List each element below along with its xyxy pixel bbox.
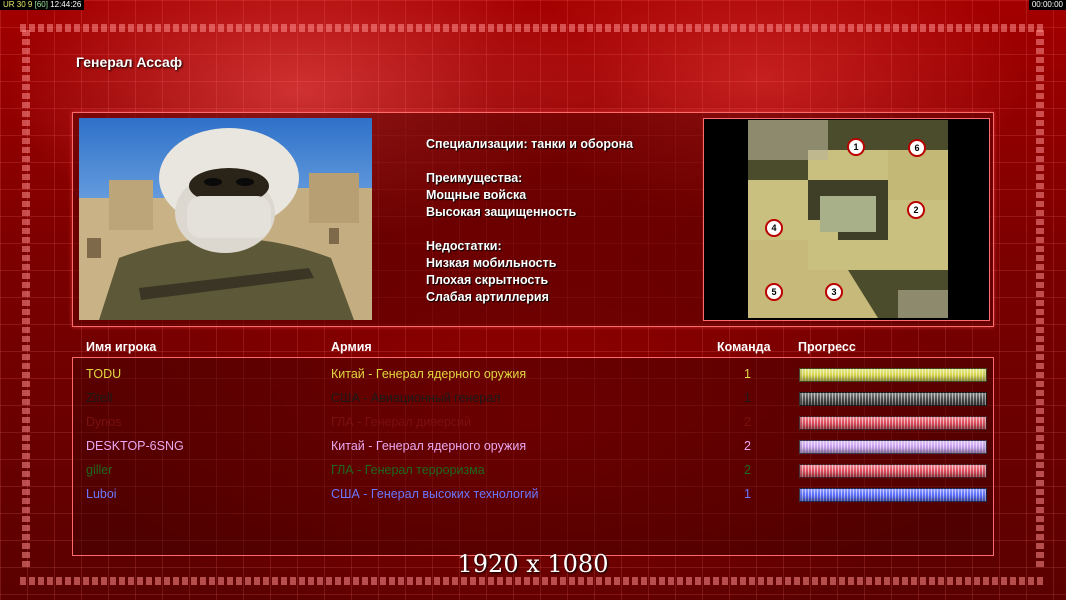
player-team: 2 [744,415,751,429]
general-description: Специализации: танки и оборона Преимущес… [426,136,686,306]
progress-bar [799,488,987,502]
game-timer: 00:00:00 [1031,0,1063,9]
map-preview[interactable]: 1 6 2 4 5 3 [748,120,948,318]
player-name: giller [86,463,113,477]
player-row: Luboi США - Генерал высоких технологий 1 [0,482,1066,506]
disadvantages-header: Недостатки: [426,239,502,253]
player-row: Zitell США - Авиационный генерал 1 [0,386,1066,410]
status-text: UR 30 9 [3,0,33,9]
disadvantage-item: Низкая мобильность [426,256,557,270]
advantage-item: Мощные войска [426,188,527,202]
player-team: 1 [744,367,751,381]
players-table-header: Имя игрока Армия Команда Прогресс [0,340,1066,358]
spawn-label: 4 [771,223,776,233]
player-name: Luboi [86,487,117,501]
general-portrait [79,118,372,320]
player-army: США - Генерал высоких технологий [331,487,539,501]
column-header-team: Команда [717,340,771,354]
player-army: Китай - Генерал ядерного оружия [331,439,527,453]
player-team: 1 [744,391,751,405]
disadvantage-item: Слабая артиллерия [426,290,549,304]
spawn-label: 3 [831,287,836,297]
player-row: giller ГЛА - Генерал терроризма 2 [0,458,1066,482]
bottom-dashed-edge [20,577,1046,585]
fps-counter: [60] [34,0,48,9]
player-team: 2 [744,439,751,453]
spawn-point-1[interactable]: 1 [847,138,865,156]
player-team: 1 [744,487,751,501]
player-army: ГЛА - Генерал терроризма [331,463,485,477]
player-army: ГЛА - Генерал диверсий [331,415,472,429]
spawn-label: 2 [913,205,918,215]
player-row: Dynos ГЛА - Генерал диверсий 2 [0,410,1066,434]
column-header-player: Имя игрока [86,340,157,354]
spawn-point-3[interactable]: 3 [825,283,843,301]
specialization-text: Специализации: танки и оборона [426,137,634,151]
player-row: TODU Китай - Генерал ядерного оружия 1 [0,362,1066,386]
player-team: 2 [744,463,751,477]
spawn-point-2[interactable]: 2 [907,201,925,219]
column-header-army: Армия [331,340,372,354]
disadvantage-item: Плохая скрытность [426,273,549,287]
clock: 12:44:26 [50,0,82,9]
spawn-point-4[interactable]: 4 [765,219,783,237]
spawn-label: 5 [771,287,776,297]
status-overlay-right: 00:00:00 [1028,0,1066,10]
resolution-label: 1920 x 1080 [457,550,609,578]
spawn-point-6[interactable]: 6 [908,139,926,157]
player-name: Zitell [86,391,113,405]
player-army: США - Авиационный генерал [331,391,501,405]
player-army: Китай - Генерал ядерного оружия [331,367,527,381]
player-name: Dynos [86,415,122,429]
advantage-item: Высокая защищенность [426,205,577,219]
player-row: DESKTOP-6SNG Китай - Генерал ядерного ор… [0,434,1066,458]
status-overlay-left: UR 30 9 [60] 12:44:26 [0,0,85,10]
spawn-point-5[interactable]: 5 [765,283,783,301]
progress-bar [799,392,987,406]
progress-bar [799,440,987,454]
progress-bar [799,368,987,382]
spawn-label: 1 [853,142,858,152]
spawn-label: 6 [914,143,919,153]
column-header-progress: Прогресс [798,340,856,354]
top-dashed-edge [20,24,1046,32]
general-title: Генерал Ассаф [76,54,183,70]
player-name: DESKTOP-6SNG [86,439,184,453]
progress-bar [799,416,987,430]
advantages-header: Преимущества: [426,171,523,185]
progress-bar [799,464,987,478]
player-name: TODU [86,367,122,381]
